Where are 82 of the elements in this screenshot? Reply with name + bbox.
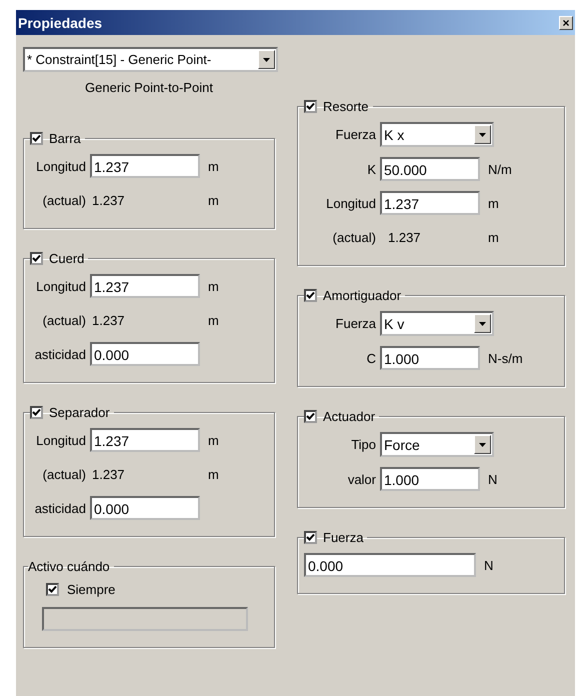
dropdown[interactable]: K x (380, 122, 494, 147)
dropdown[interactable]: Force (380, 432, 494, 457)
input-field[interactable]: 1.000 (380, 467, 480, 491)
checkbox-label: Barra (49, 131, 81, 146)
value-text: 1.237 (91, 192, 126, 208)
checkmark-icon (306, 533, 315, 542)
checkmark-icon (32, 134, 41, 143)
value-text: 1.237 (387, 230, 422, 244)
checkbox-label: Separador (49, 405, 110, 420)
field-label: Longitud (35, 278, 86, 294)
input-field[interactable]: 1.237 (380, 191, 480, 215)
dropdown[interactable]: K v (380, 311, 494, 336)
input-field[interactable]: 1.000 (380, 346, 480, 370)
input-field[interactable]: 50.000 (380, 157, 480, 181)
input-field[interactable]: 0.000 (90, 496, 200, 520)
field-label: asticidad (34, 500, 86, 516)
unit-label: N-s/m (487, 350, 523, 366)
checkbox[interactable] (304, 531, 317, 544)
checkbox-label: Amortiguador (323, 288, 402, 303)
field-label: Fuerza (334, 127, 376, 142)
field-label: (actual) (332, 230, 376, 244)
value-text: 1.237 (91, 466, 126, 482)
checkbox-label: Cuerd (49, 251, 84, 266)
checkmark-icon (306, 102, 315, 111)
checkbox-label: Fuerza (323, 530, 364, 545)
field-label: Longitud (35, 158, 86, 174)
field-label: Longitud (35, 432, 86, 448)
unit-label: m (207, 466, 219, 482)
checkbox[interactable] (30, 252, 43, 265)
value-text: 1.237 (91, 312, 126, 328)
input-field[interactable]: 0.000 (90, 342, 200, 366)
checkmark-icon (306, 291, 315, 300)
unit-label: m (487, 196, 499, 210)
unit-label: N/m (487, 162, 512, 176)
dropdown-button[interactable] (258, 50, 275, 69)
field-label: Fuerza (334, 316, 376, 331)
field-label: Longitud (325, 196, 376, 210)
unit-label: N (483, 558, 494, 572)
caret-icon (479, 322, 486, 326)
input-field[interactable]: 0.000 (304, 553, 476, 577)
field-label: (actual) (42, 466, 86, 482)
caret-icon (479, 442, 486, 446)
unit-label: m (207, 158, 219, 174)
input-field[interactable]: 1.237 (90, 428, 200, 452)
field-label: (actual) (42, 312, 86, 328)
input-field[interactable]: 1.237 (90, 154, 200, 178)
caret-icon (263, 58, 270, 62)
unit-label: m (207, 278, 219, 294)
field-label: (actual) (42, 192, 86, 208)
field-label: valor (346, 472, 376, 486)
unit-label: N (487, 472, 498, 486)
checkbox-label: Siempre (67, 582, 116, 597)
checkbox[interactable] (304, 410, 317, 423)
checkmark-icon (306, 412, 315, 421)
unit-label: m (207, 432, 219, 448)
close-button[interactable]: × (559, 16, 573, 30)
caret-icon (479, 132, 486, 136)
window-title: Propiedades (18, 14, 102, 30)
checkmark-icon (48, 585, 57, 594)
checkbox[interactable] (46, 583, 59, 596)
checkbox[interactable] (304, 289, 317, 302)
checkmark-icon (32, 254, 41, 263)
checkbox-label: Resorte (323, 99, 369, 114)
dropdown-button[interactable] (474, 435, 491, 454)
checkbox[interactable] (30, 132, 43, 145)
object-dropdown[interactable]: * Constraint[15] - Generic Point- (23, 47, 278, 72)
dropdown-button[interactable] (474, 125, 491, 144)
checkbox-label: Actuador (323, 409, 376, 424)
unit-label: m (207, 312, 219, 328)
unit-label: m (207, 192, 219, 208)
group-label: Activo cuándo (28, 559, 110, 574)
checkbox[interactable] (304, 100, 317, 113)
field-label: K (366, 162, 376, 176)
dropdown-button[interactable] (474, 314, 491, 333)
field-label: Tipo (350, 437, 376, 452)
checkmark-icon (32, 408, 41, 417)
field-label: asticidad (34, 346, 86, 362)
input-field[interactable]: 1.237 (90, 274, 200, 298)
subtitle-label: Generic Point-to-Point (84, 80, 214, 95)
field-label: C (366, 350, 376, 366)
checkbox[interactable] (30, 406, 43, 419)
unit-label: m (487, 230, 499, 244)
